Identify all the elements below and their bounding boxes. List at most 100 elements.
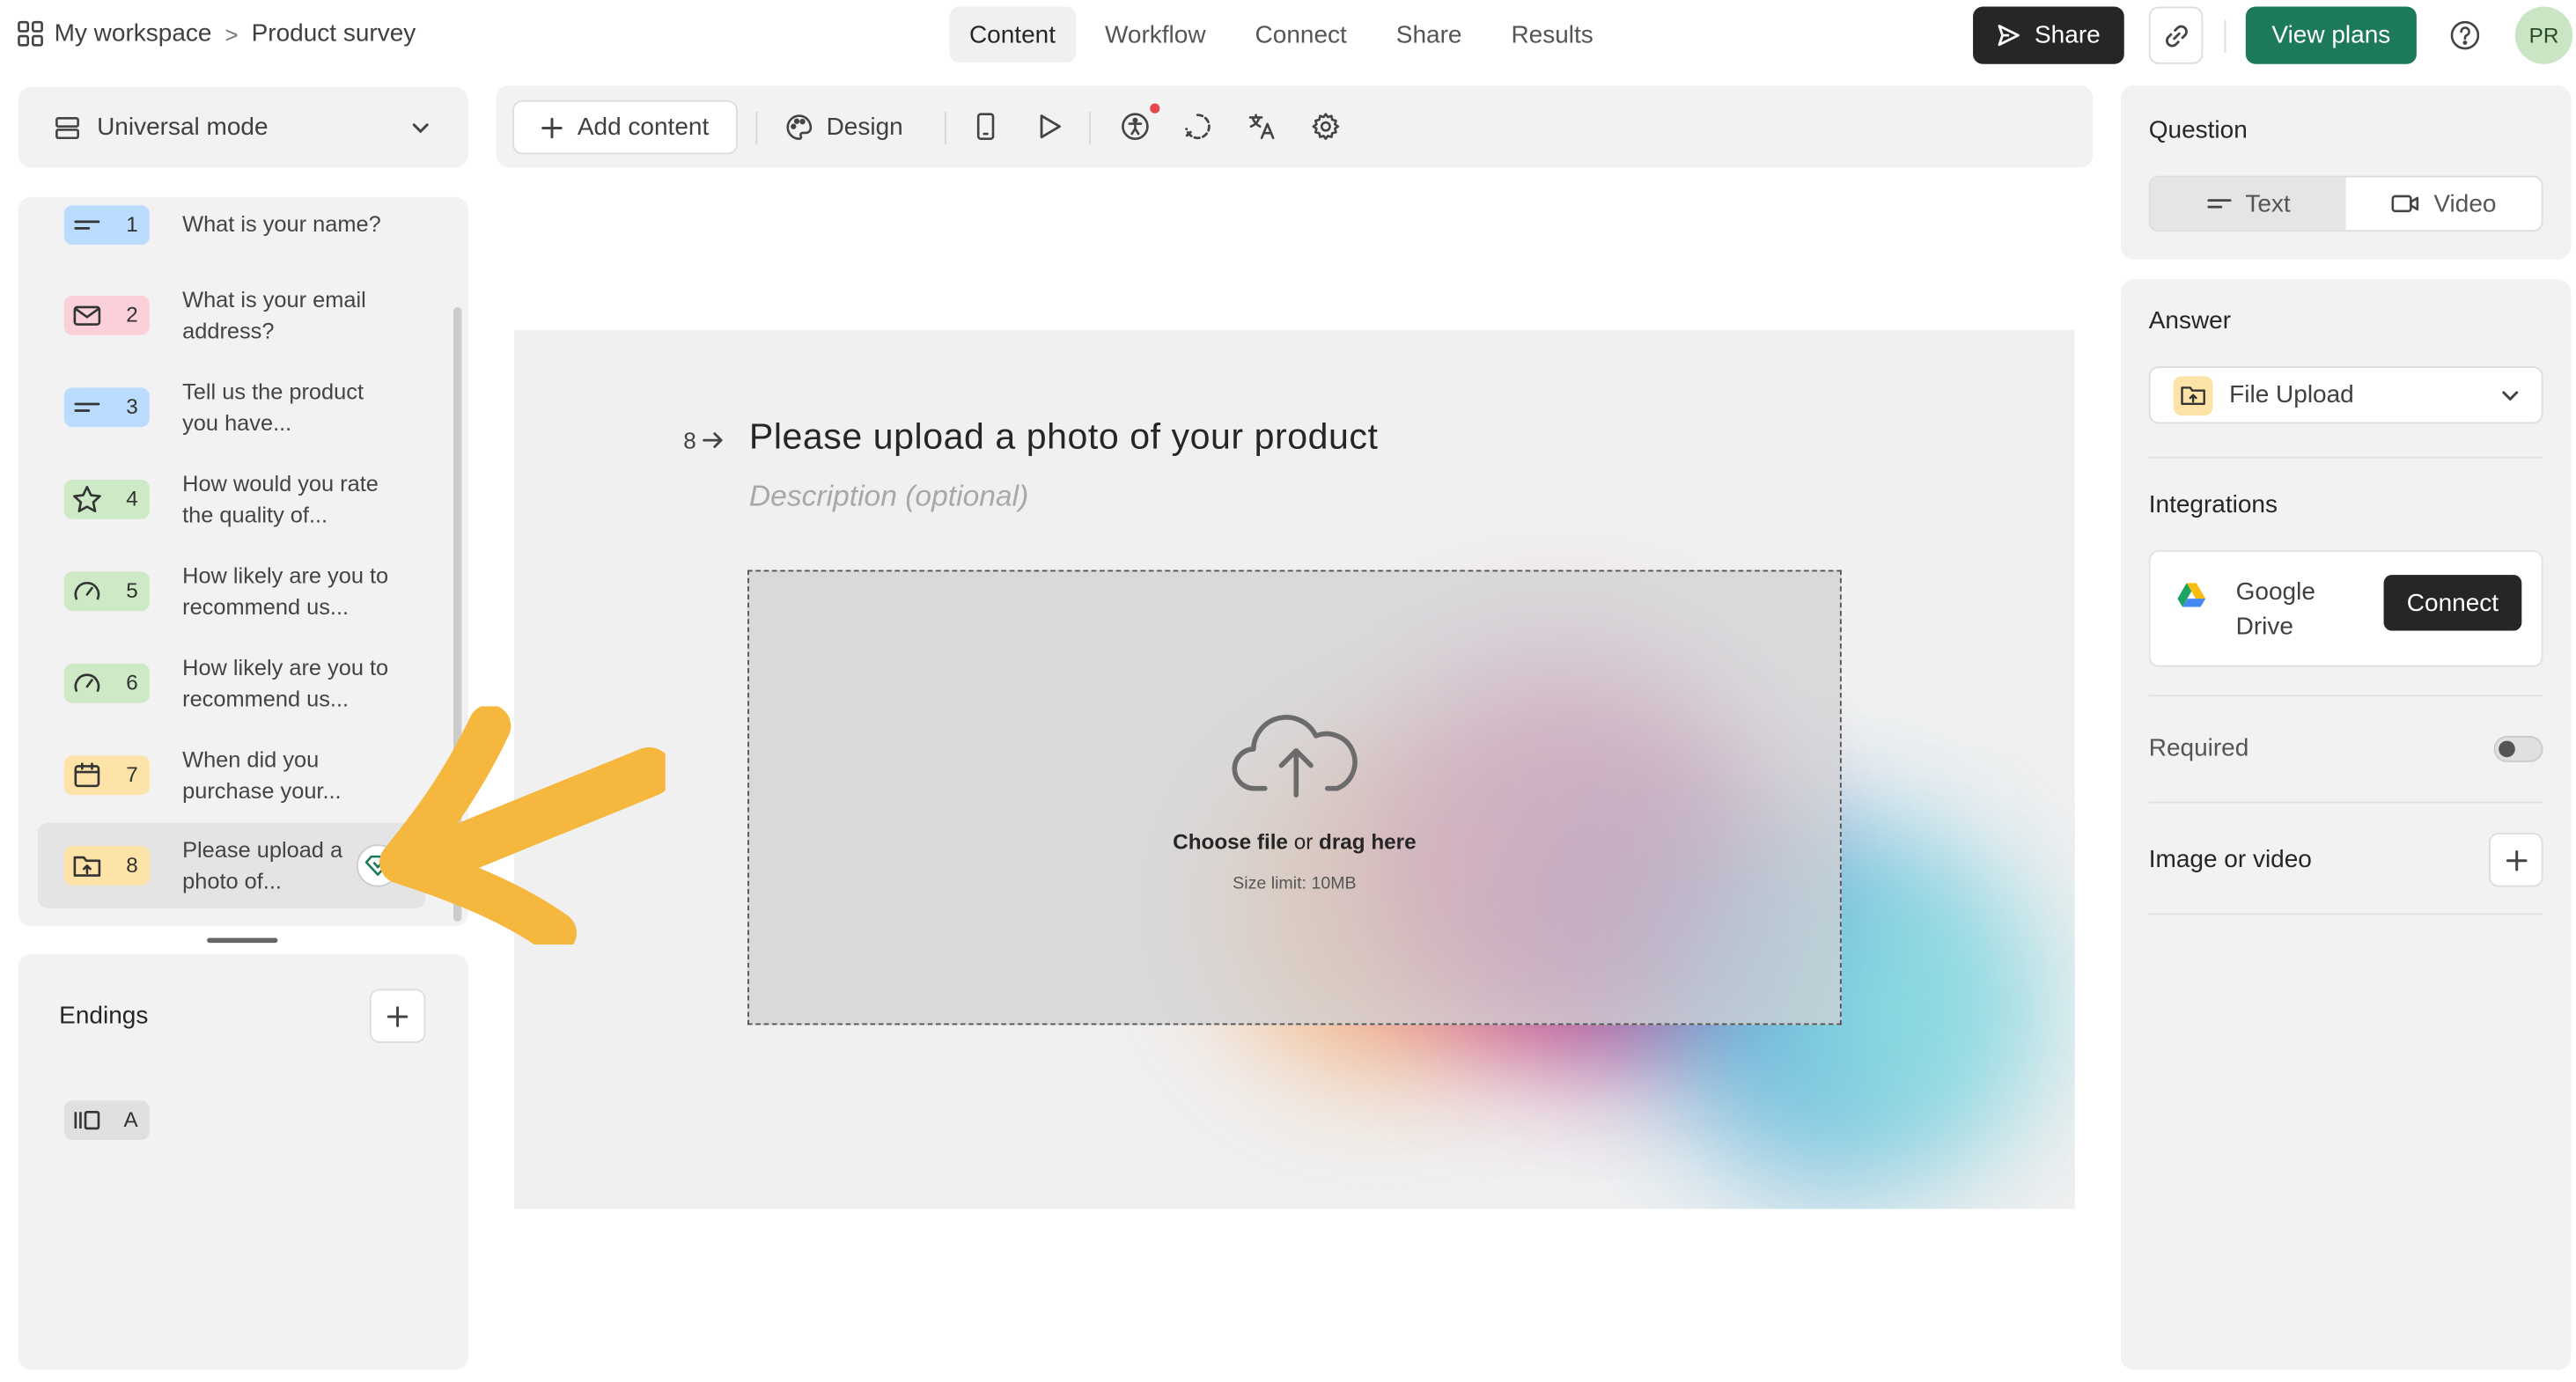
add-content-button[interactable]: Add content: [512, 99, 738, 155]
breadcrumb: My workspace > Product survey: [17, 19, 416, 48]
breadcrumb-separator: >: [224, 20, 239, 48]
endings-title: Endings: [59, 1002, 149, 1030]
endings-panel: Endings A: [18, 954, 468, 1371]
mode-selector-label: Universal mode: [97, 113, 269, 142]
answer-type-select[interactable]: File Upload: [2148, 366, 2543, 424]
question-format-video[interactable]: Video: [2346, 178, 2542, 231]
form-preview-canvas: 8 Please upload a photo of your product …: [514, 330, 2075, 1209]
calendar-icon: [70, 762, 103, 789]
gauge-icon: [70, 578, 103, 605]
design-label: Design: [826, 113, 903, 142]
question-text: How likely are you to recommend us...: [182, 563, 389, 620]
question-item-1[interactable]: 1 What is your name?: [38, 197, 425, 268]
help-icon[interactable]: [2449, 19, 2480, 50]
question-number: 7: [126, 761, 138, 787]
question-number: 4: [126, 486, 138, 511]
video-camera-icon: [2391, 192, 2421, 215]
divider: [2148, 801, 2543, 804]
file-upload-dropzone[interactable]: Choose file or drag here Size limit: 10M…: [747, 570, 1842, 1025]
question-badge: 8: [63, 845, 150, 886]
translate-icon[interactable]: [1247, 112, 1277, 142]
header-divider: [2224, 19, 2226, 53]
question-text: What is your email address?: [182, 287, 366, 343]
main-nav: Content Workflow Connect Share Results: [949, 6, 1623, 62]
mobile-preview-icon[interactable]: [975, 112, 997, 142]
question-badge: 5: [63, 571, 150, 612]
editor-toolbar: Add content Design: [496, 85, 2094, 168]
integration-name-line: Google: [2235, 577, 2315, 606]
plus-icon: [386, 1004, 409, 1027]
ending-item-a[interactable]: A: [63, 1100, 150, 1141]
question-badge: 2: [63, 295, 150, 335]
question-item-2[interactable]: 2 What is your email address?: [38, 273, 425, 358]
panel-resize-handle[interactable]: [207, 937, 278, 944]
required-toggle[interactable]: [2493, 735, 2543, 762]
top-bar: My workspace > Product survey Content Wo…: [0, 0, 2576, 72]
play-preview-icon[interactable]: [1035, 112, 1065, 142]
connect-button[interactable]: Connect: [2383, 575, 2522, 631]
annotation-arrow: [378, 706, 666, 945]
send-icon: [1997, 23, 2021, 48]
question-item-6[interactable]: 6 How likely are you to recommend us...: [38, 641, 425, 726]
question-text: How likely are you to recommend us...: [182, 655, 389, 711]
cloud-upload-icon: [1232, 703, 1361, 802]
divider: [2148, 456, 2543, 459]
logic-icon[interactable]: [1183, 112, 1213, 142]
app-root: My workspace > Product survey Content Wo…: [0, 0, 2576, 1382]
accessibility-icon[interactable]: [1121, 112, 1151, 142]
question-item-5[interactable]: 5 How likely are you to recommend us...: [38, 548, 425, 634]
apps-grid-icon[interactable]: [17, 19, 45, 48]
question-number: 2: [126, 302, 138, 327]
image-or-video-label: Image or video: [2148, 845, 2312, 874]
question-badge: 4: [63, 479, 150, 519]
arrow-right-icon: [701, 430, 724, 450]
question-format-toggle: Text Video: [2148, 175, 2543, 232]
add-image-button[interactable]: [2488, 833, 2543, 887]
tab-content[interactable]: Content: [949, 6, 1076, 62]
question-text: How would you rate the quality of...: [182, 471, 379, 527]
folder-upload-icon: [70, 852, 103, 878]
question-text: Tell us the product you have...: [182, 379, 364, 436]
question-item-4[interactable]: 4 How would you rate the quality of...: [38, 457, 425, 542]
question-badge: 6: [63, 663, 150, 703]
share-button-label: Share: [2035, 21, 2101, 49]
integration-name-line: Drive: [2235, 613, 2293, 641]
plus-icon: [541, 116, 564, 139]
view-plans-button[interactable]: View plans: [2245, 6, 2417, 64]
answer-section-title: Answer: [2148, 306, 2232, 335]
palette-icon: [785, 114, 813, 142]
toolbar-divider: [1089, 111, 1092, 145]
choose-file-link[interactable]: Choose file: [1173, 829, 1288, 854]
question-item-7[interactable]: 7 When did you purchase your...: [38, 732, 425, 818]
question-format-video-label: Video: [2433, 189, 2497, 218]
breadcrumb-workspace[interactable]: My workspace: [55, 19, 212, 48]
add-ending-button[interactable]: [369, 989, 426, 1043]
tab-share[interactable]: Share: [1376, 6, 1481, 62]
copy-link-button[interactable]: [2148, 6, 2204, 64]
question-format-text[interactable]: Text: [2150, 177, 2346, 231]
question-item-8[interactable]: 8 Please upload a photo of...: [37, 822, 426, 908]
google-drive-icon: [2176, 582, 2206, 608]
mode-selector[interactable]: Universal mode: [18, 86, 468, 168]
tab-workflow[interactable]: Workflow: [1086, 6, 1225, 62]
notification-dot: [1150, 103, 1160, 114]
gauge-icon: [70, 670, 103, 696]
question-item-3[interactable]: 3 Tell us the product you have...: [38, 364, 425, 450]
drag-here-text: drag here: [1319, 829, 1417, 855]
settings-gear-icon[interactable]: [1311, 112, 1341, 142]
question-text: Please upload a photo of...: [182, 837, 343, 894]
user-avatar[interactable]: PR: [2514, 6, 2573, 64]
question-number: 5: [126, 577, 138, 603]
question-title[interactable]: Please upload a photo of your product: [749, 415, 1379, 459]
chevron-down-icon: [409, 116, 432, 139]
breadcrumb-form-name[interactable]: Product survey: [252, 19, 416, 48]
layout-icon: [55, 114, 81, 141]
question-number: 1: [126, 211, 138, 237]
question-description-input[interactable]: Description (optional): [749, 480, 1028, 514]
design-button[interactable]: Design: [785, 100, 903, 155]
tab-results[interactable]: Results: [1491, 6, 1613, 62]
question-number-label: 8: [683, 427, 724, 453]
tab-connect[interactable]: Connect: [1235, 6, 1366, 62]
share-button[interactable]: Share: [1973, 6, 2124, 64]
google-drive-integration-card: Google Drive Connect: [2148, 550, 2543, 667]
